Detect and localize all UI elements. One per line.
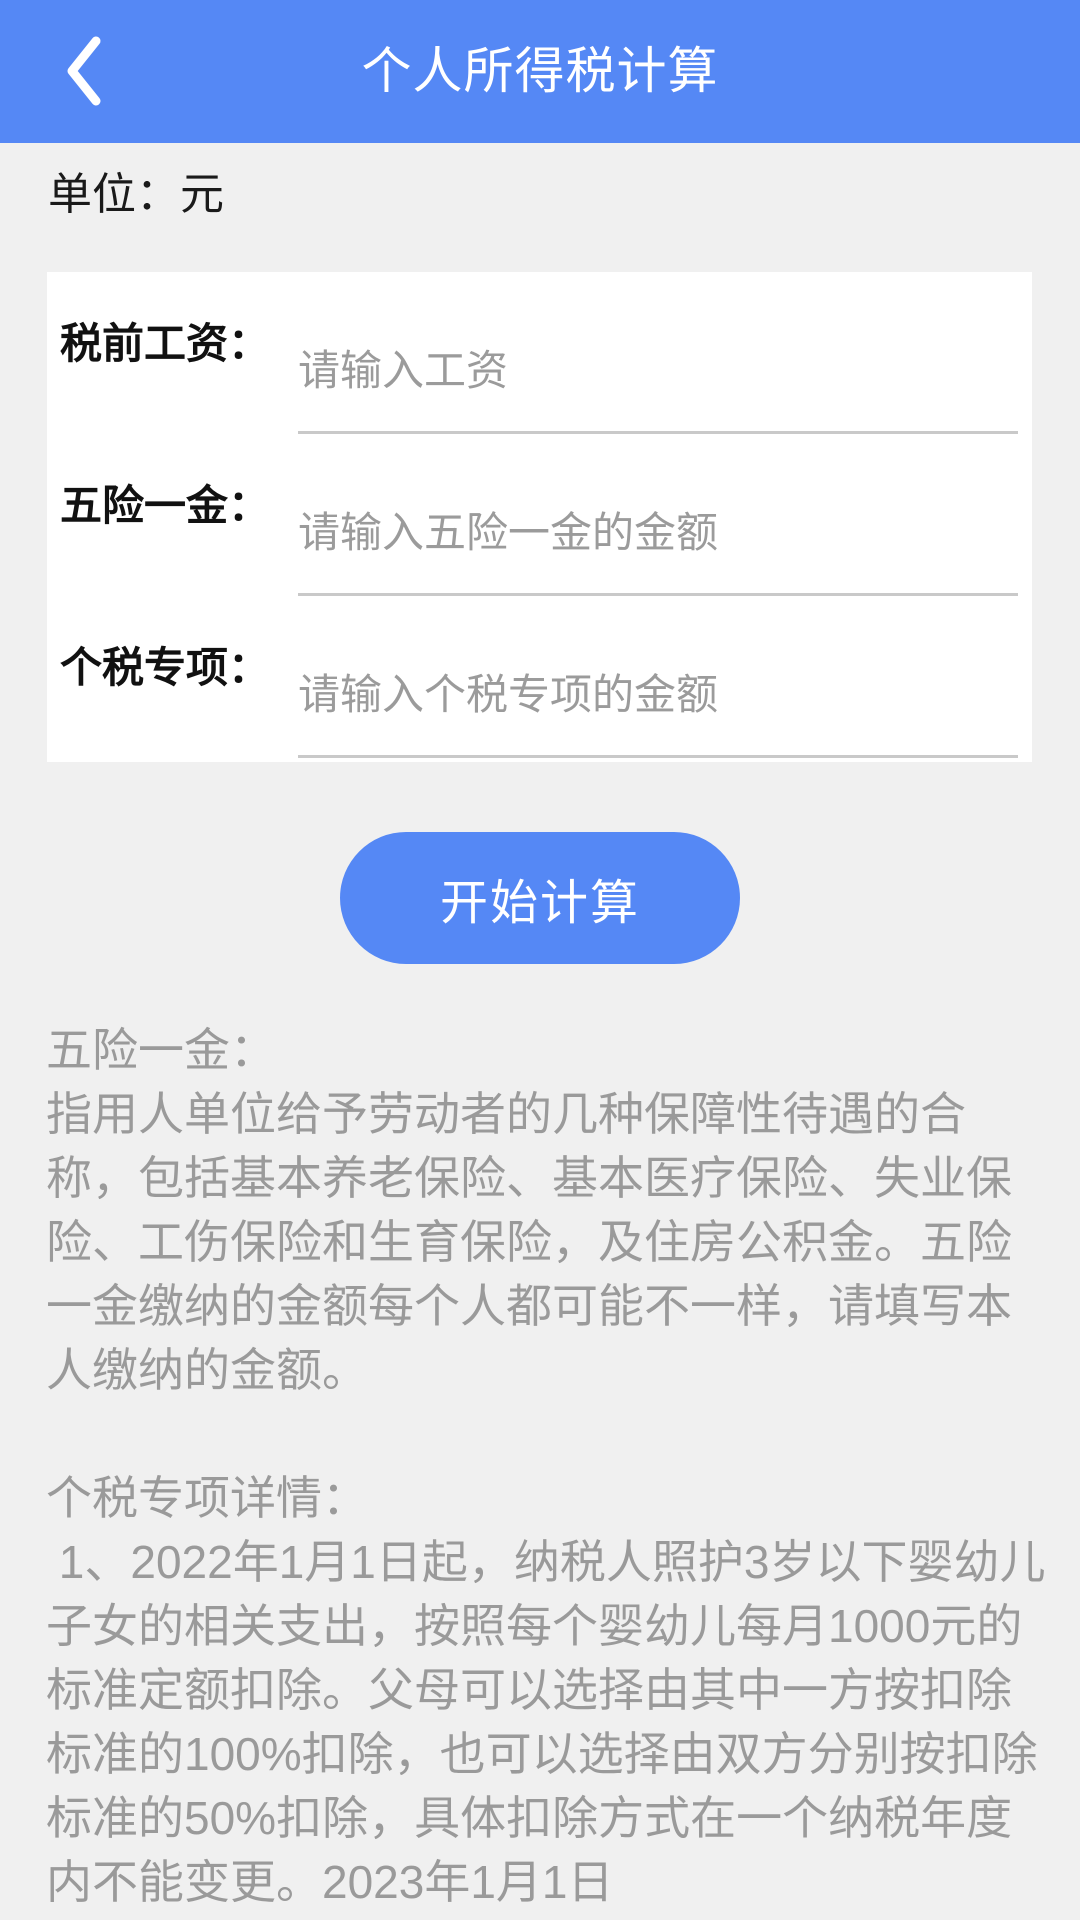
info-text-block: 五险一金： 指用人单位给予劳动者的几种保障性待遇的合称，包括基本养老保险、基本医…: [46, 1018, 1046, 1914]
special-deduction-input[interactable]: [298, 634, 1018, 758]
app-header: 个人所得税计算: [0, 0, 1080, 143]
pretax-salary-label: 税前工资：: [60, 320, 271, 367]
form-row-special-deduction: 个税专项：: [47, 596, 1032, 758]
social-insurance-label: 五险一金：: [60, 482, 271, 529]
unit-label: 单位：元: [48, 170, 224, 219]
form-row-pretax-salary: 税前工资：: [47, 272, 1032, 434]
start-calculate-button[interactable]: 开始计算: [340, 832, 740, 964]
pretax-salary-input[interactable]: [298, 310, 1018, 434]
page-title: 个人所得税计算: [361, 43, 719, 99]
tax-input-card: 税前工资： 五险一金： 个税专项：: [47, 272, 1032, 762]
special-deduction-label: 个税专项：: [60, 644, 271, 691]
social-insurance-description: 五险一金： 指用人单位给予劳动者的几种保障性待遇的合称，包括基本养老保险、基本医…: [46, 1024, 1012, 1396]
special-deduction-description: 个税专项详情： 1、2022年1月1日起，纳税人照护3岁以下婴幼儿子女的相关支出…: [46, 1472, 1046, 1908]
social-insurance-input[interactable]: [298, 472, 1018, 596]
form-row-social-insurance: 五险一金：: [47, 434, 1032, 596]
